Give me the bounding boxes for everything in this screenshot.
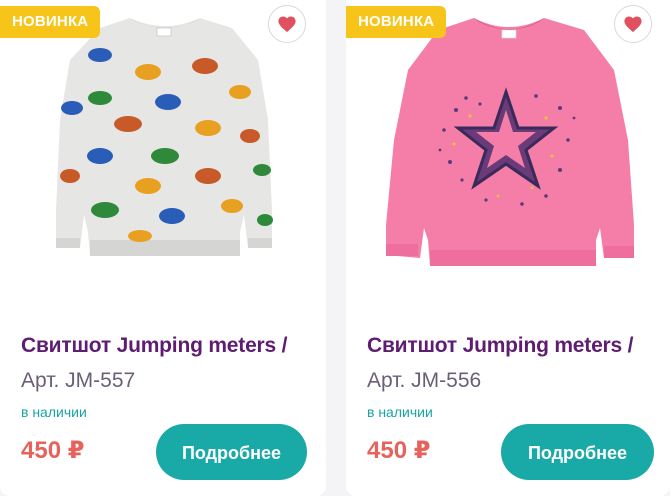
- stock-status: в наличии: [21, 404, 87, 420]
- product-title[interactable]: Свитшот Jumping meters /: [367, 334, 633, 358]
- favorite-button[interactable]: [614, 5, 652, 43]
- product-card[interactable]: НОВИНКА Свитшот Jumping meters / Арт. JM…: [346, 0, 670, 496]
- product-title[interactable]: Свитшот Jumping meters /: [21, 334, 287, 358]
- product-article: Арт. JM-556: [367, 369, 482, 392]
- new-badge: НОВИНКА: [346, 6, 447, 38]
- details-button[interactable]: Подробнее: [501, 424, 654, 480]
- product-price: 450 ₽: [21, 437, 85, 464]
- heart-icon: [624, 16, 642, 33]
- details-button[interactable]: Подробнее: [156, 424, 307, 480]
- product-image[interactable]: [346, 0, 670, 300]
- product-card[interactable]: НОВИНКА Свитшот Jumping meters / Арт. JM…: [0, 0, 326, 496]
- new-badge: НОВИНКА: [0, 6, 101, 38]
- stock-status: в наличии: [367, 404, 433, 420]
- product-image[interactable]: [0, 0, 326, 300]
- favorite-button[interactable]: [268, 5, 306, 43]
- heart-icon: [278, 16, 296, 33]
- product-article: Арт. JM-557: [21, 369, 136, 392]
- product-price: 450 ₽: [367, 437, 431, 464]
